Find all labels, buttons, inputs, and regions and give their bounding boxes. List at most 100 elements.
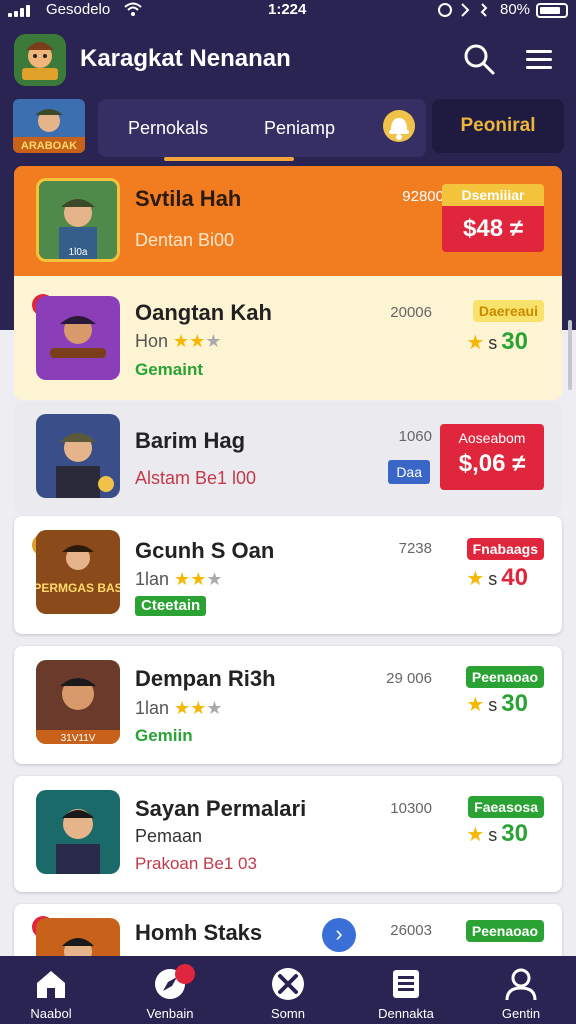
star-rating-icon: ★★★ <box>173 331 222 351</box>
special-button[interactable]: Peoniral <box>432 99 564 153</box>
nav-item-dennakta[interactable]: Dennakta <box>351 956 461 1024</box>
status-icons <box>438 3 488 17</box>
star-icon: ★ <box>466 694 485 716</box>
item-subtitle: Pemaan <box>135 826 203 846</box>
tools-icon <box>272 968 304 1000</box>
document-icon <box>393 970 419 998</box>
item-thumbnail: 1l0a <box>36 178 120 262</box>
scrollbar[interactable] <box>568 320 572 390</box>
item-count: 10300 <box>390 800 432 817</box>
thumbnail-label: 31V11V <box>61 733 96 744</box>
item-subtitle: Alstam Be1 l00 <box>135 468 257 488</box>
list-item[interactable]: Sayan Permalari Pemaan Prakoan Be1 03 10… <box>14 776 562 892</box>
featured-thumbnail[interactable]: ARABOAK <box>13 99 85 153</box>
thumbnail-label: 1l0a <box>69 247 88 258</box>
nav-item-home[interactable]: Naabol <box>0 956 106 1024</box>
star-icon: ★ <box>466 568 485 590</box>
status-bar: Gesodelo 1:224 80% <box>0 0 576 22</box>
list-item[interactable]: 1l0a Svtila Hah Dentan Bi00 92800 Dsemii… <box>14 166 562 276</box>
search-icon[interactable] <box>462 42 496 76</box>
nav-item-gentin[interactable]: Gentin <box>466 956 576 1024</box>
item-count: 1060 <box>398 428 432 445</box>
home-icon <box>37 971 65 998</box>
item-name: Gcunh S Oan <box>135 538 275 563</box>
app-bar: Karagkat Nenanan <box>0 30 576 92</box>
item-subtitle: Dentan Bi00 <box>135 230 235 250</box>
item-thumbnail <box>36 296 120 380</box>
item-thumbnail: 31V11V <box>36 660 120 744</box>
bell-icon[interactable] <box>380 106 418 146</box>
item-price[interactable]: $48 ≠ <box>442 206 544 252</box>
tab-panel: Pernokals Peniamp <box>98 99 426 161</box>
app-screen: Gesodelo 1:224 80% Karagkat Nenanan ARAB… <box>0 0 576 1024</box>
item-thumbnail <box>36 790 120 874</box>
item-subtitle-2: Prakoan Be1 03 <box>135 854 257 873</box>
carrier-name: Gesodelo <box>46 1 111 18</box>
item-badge: Daereaui <box>472 300 544 322</box>
list-item[interactable]: 2 PERMGAS BAS Gcunh S Oan 1lan ★★★ Cteet… <box>14 516 562 634</box>
thumbnail-label: PERMGAS BAS <box>36 581 120 595</box>
list-item[interactable]: 1 Oangtan Kah Hon ★★★ Gemaint 20006 Daer… <box>14 276 562 400</box>
item-rating: ★ s 40 <box>466 564 528 591</box>
item-status: Gemaint <box>135 360 204 379</box>
thumbnail-label: ARABOAK <box>21 140 77 152</box>
star-rating-icon: ★★★ <box>174 569 223 589</box>
item-rating: ★ s 30 <box>466 328 528 355</box>
item-badge: Faeasosa <box>468 796 544 818</box>
nav-label: Somn <box>271 1006 305 1021</box>
item-name: Svtila Hah <box>135 186 242 211</box>
item-thumbnail: PERMGAS BAS <box>36 530 120 614</box>
item-price[interactable]: Aoseabom $,06 ≠ <box>440 424 544 490</box>
item-name: Homh Staks <box>135 920 263 945</box>
item-rating: ★ s 30 <box>466 820 528 847</box>
item-status-pill: Cteetain <box>135 596 207 616</box>
chevron-right-icon[interactable]: › <box>322 918 356 952</box>
item-badge: Peenaoao <box>465 920 544 942</box>
wifi-icon <box>124 2 142 16</box>
tab-peniamp[interactable]: Peniamp <box>264 99 335 157</box>
item-count: 7238 <box>398 540 432 557</box>
item-count: 29 006 <box>386 670 432 687</box>
item-subtitle: 1lan ★★★ <box>135 569 223 589</box>
item-badge: Fnabaags <box>466 538 544 560</box>
bottom-nav: Naabol Venbain Somn Dennakta Gentin <box>0 956 576 1024</box>
item-rating: ★ s 30 <box>466 690 528 717</box>
list-item[interactable]: 1 Homh Staks › 26003 Peenaoao <box>14 904 562 964</box>
battery-percent: 80% <box>500 1 531 18</box>
profile-icon <box>505 968 537 1001</box>
item-status: Gemiin <box>135 726 193 745</box>
menu-icon[interactable] <box>522 44 556 76</box>
notification-dot <box>175 964 195 984</box>
tab-pernokals[interactable]: Pernokals <box>128 99 208 157</box>
item-subtitle: 1lan ★★★ <box>135 698 223 718</box>
nav-label: Gentin <box>501 1006 541 1021</box>
app-title: Karagkat Nenanan <box>80 45 291 72</box>
clock: 1:224 <box>268 1 307 18</box>
star-icon: ★ <box>466 332 485 354</box>
price-amount: $,06 ≠ <box>458 450 526 477</box>
item-subtitle: Hon ★★★ <box>135 331 222 351</box>
tabs-row: ARABOAK Pernokals Peniamp Peoniral <box>0 96 576 161</box>
star-icon: ★ <box>466 824 485 846</box>
nav-label: Venbain <box>146 1006 194 1021</box>
info-badge: Daa <box>388 460 430 484</box>
item-name: Barim Hag <box>135 428 246 453</box>
item-count: 20006 <box>390 304 432 321</box>
battery-icon <box>536 3 568 18</box>
item-badge: Dsemiiiar <box>442 184 544 206</box>
list-item[interactable]: 31V11V Dempan Ri3h 1lan ★★★ Gemiin 29 00… <box>14 646 562 764</box>
item-count: 92800 <box>402 188 444 205</box>
nav-label: Dennakta <box>378 1006 434 1021</box>
nav-label: Naabol <box>30 1006 72 1021</box>
app-logo[interactable] <box>14 34 66 86</box>
signal-icon <box>8 5 38 17</box>
list-item[interactable]: Barim Hag Alstam Be1 l00 1060 Daa Aoseab… <box>14 402 562 514</box>
price-label: Aoseabom <box>458 430 526 446</box>
active-tab-indicator <box>164 157 294 161</box>
nav-item-venbain[interactable]: Venbain <box>115 956 225 1024</box>
game-list: 1l0a Svtila Hah Dentan Bi00 92800 Dsemii… <box>14 166 562 964</box>
item-count: 26003 <box>390 922 432 939</box>
item-badge: Peenaoao <box>465 666 544 688</box>
nav-item-somn[interactable]: Somn <box>233 956 343 1024</box>
item-name: Dempan Ri3h <box>135 666 276 691</box>
